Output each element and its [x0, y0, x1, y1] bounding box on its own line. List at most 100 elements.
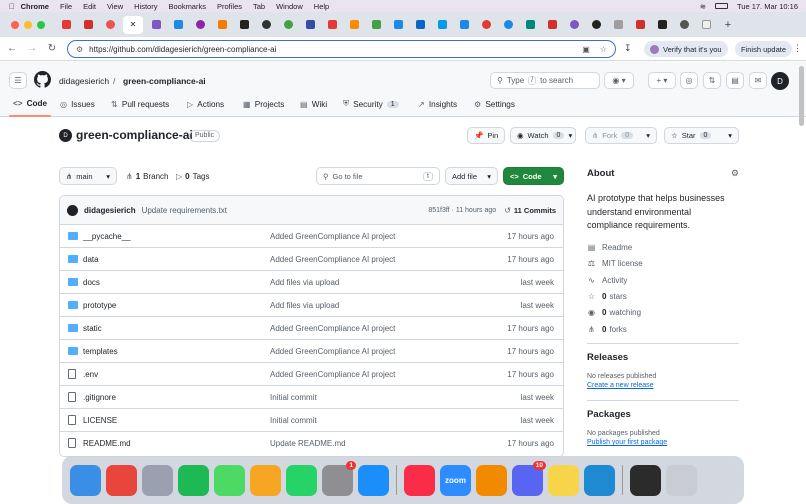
tab[interactable]	[57, 16, 75, 34]
copilot-button[interactable]: ◉ ▾	[604, 72, 634, 89]
about-link[interactable]: ⋔ 0 forks	[587, 321, 739, 337]
about-link[interactable]: ∿ Activity	[587, 272, 739, 288]
tab[interactable]	[323, 16, 341, 34]
new-tab-button[interactable]: +	[719, 16, 737, 34]
app-store-icon[interactable]	[358, 464, 389, 496]
tab[interactable]	[367, 16, 385, 34]
tab-actions[interactable]: ▷ Actions	[187, 99, 224, 110]
install-icon[interactable]: ▣	[582, 45, 590, 54]
menu-bookmarks[interactable]: Bookmarks	[168, 2, 206, 11]
file-commit-message[interactable]: Initial commit	[270, 416, 317, 425]
photos-icon[interactable]	[250, 464, 281, 496]
tab[interactable]	[455, 16, 473, 34]
menu-view[interactable]: View	[107, 2, 123, 11]
verify-identity-button[interactable]: Verify that it's you	[644, 41, 728, 57]
tab-security[interactable]: ⛨ Security 1	[343, 99, 399, 109]
vlc-icon[interactable]	[476, 464, 507, 496]
file-commit-message[interactable]: Add files via upload	[270, 278, 339, 287]
go-to-file-input[interactable]: ⚲ Go to file t	[316, 167, 440, 185]
file-name[interactable]: .gitignore	[83, 393, 116, 402]
inbox-button[interactable]: ✉	[749, 72, 767, 89]
packages-title[interactable]: Packages	[587, 409, 739, 420]
commit-count[interactable]: 11 Commits	[514, 206, 556, 215]
page-scrollbar[interactable]	[799, 66, 804, 126]
about-link[interactable]: ▤ Readme	[587, 240, 739, 256]
menu-help[interactable]: Help	[314, 2, 329, 11]
notes-icon[interactable]	[548, 464, 579, 496]
tab[interactable]	[565, 16, 583, 34]
file-name[interactable]: docs	[83, 278, 100, 287]
star-button[interactable]: ☆ Star 0 ▾	[664, 127, 739, 144]
tab[interactable]	[697, 16, 715, 34]
file-name[interactable]: templates	[83, 347, 118, 356]
releases-title[interactable]: Releases	[587, 352, 739, 363]
zoom-icon[interactable]: zoom	[440, 464, 471, 496]
tags-link[interactable]: ▷ 0 Tags	[176, 172, 210, 181]
finder-icon[interactable]	[70, 464, 101, 496]
commit-meta[interactable]: 851f3ff · 11 hours ago	[428, 207, 496, 214]
tab-settings[interactable]: ⚙ Settings	[474, 99, 515, 110]
apple-icon[interactable]: 	[9, 2, 15, 11]
tab[interactable]	[191, 16, 209, 34]
file-row[interactable]: data Added GreenCompliance AI project 17 h…	[60, 248, 563, 271]
repo-title[interactable]: green-compliance-ai	[76, 128, 193, 142]
file-commit-message[interactable]: Added GreenCompliance AI project	[270, 370, 395, 379]
file-commit-message[interactable]: Added GreenCompliance AI project	[270, 347, 395, 356]
publish-package-link[interactable]: Publish your first package	[587, 439, 739, 446]
menu-app-name[interactable]: Chrome	[21, 2, 49, 11]
tab-insights[interactable]: ↗ Insights	[418, 99, 457, 110]
tab[interactable]	[433, 16, 451, 34]
file-row[interactable]: templates Added GreenCompliance AI projec…	[60, 340, 563, 363]
tab[interactable]	[411, 16, 429, 34]
breadcrumb-repo[interactable]: green-compliance-ai	[123, 76, 206, 86]
tab[interactable]	[79, 16, 97, 34]
hamburger-menu-button[interactable]: ☰	[9, 72, 27, 89]
tab[interactable]	[587, 16, 605, 34]
file-row[interactable]: README.md Update README.md 17 hours ago	[60, 432, 563, 455]
repositories-button[interactable]: ▤	[726, 72, 744, 89]
search-input[interactable]: ⚲ Type / to search	[490, 72, 600, 89]
file-commit-message[interactable]: Initial commit	[270, 393, 317, 402]
finish-update-button[interactable]: Finish update	[735, 41, 793, 57]
discord-icon[interactable]: 10	[512, 460, 546, 496]
menu-profiles[interactable]: Profiles	[217, 2, 242, 11]
file-name[interactable]: __pycache__	[83, 232, 131, 241]
tab[interactable]	[653, 16, 671, 34]
file-name[interactable]: static	[83, 324, 102, 333]
add-file-button[interactable]: Add file ▾	[445, 167, 498, 185]
address-bar[interactable]: ⚙ https://github.com/didagesierich/green…	[67, 40, 616, 58]
branch-selector[interactable]: ⋔ main ▾	[59, 167, 117, 185]
file-name[interactable]: README.md	[83, 439, 131, 448]
forward-icon[interactable]: →	[24, 43, 40, 54]
close-window-icon[interactable]	[11, 20, 19, 29]
branches-link[interactable]: ⋔ 1 Branch	[126, 172, 169, 181]
tab[interactable]	[213, 16, 231, 34]
tab-code[interactable]: <> Code	[13, 99, 47, 108]
download-icon[interactable]: ↧	[624, 43, 632, 54]
file-commit-message[interactable]: Added GreenCompliance AI project	[270, 232, 395, 241]
bookmark-star-icon[interactable]: ☆	[600, 45, 607, 54]
tab-pull-requests[interactable]: ⇅ Pull requests	[111, 99, 169, 110]
file-commit-message[interactable]: Added GreenCompliance AI project	[270, 324, 395, 333]
tab[interactable]	[301, 16, 319, 34]
avatar[interactable]: D	[771, 72, 789, 90]
tab[interactable]	[345, 16, 363, 34]
owner-avatar[interactable]: D	[59, 129, 72, 142]
file-name[interactable]: .env	[83, 370, 98, 379]
system-settings-icon[interactable]: 1	[322, 460, 356, 496]
tab[interactable]	[675, 16, 693, 34]
file-row[interactable]: __pycache__ Added GreenCompliance AI proj…	[60, 225, 563, 248]
music-icon[interactable]	[404, 464, 435, 496]
issues-button[interactable]: ◎	[680, 72, 698, 89]
battery-icon[interactable]	[714, 3, 728, 9]
tab[interactable]	[257, 16, 275, 34]
file-row[interactable]: LICENSE Initial commit last week	[60, 409, 563, 432]
file-row[interactable]: static Added GreenCompliance AI project 17…	[60, 317, 563, 340]
vscode-icon[interactable]	[584, 464, 615, 496]
file-row[interactable]: docs Add files via upload last week	[60, 271, 563, 294]
tab[interactable]	[521, 16, 539, 34]
about-link[interactable]: ☆ 0 stars	[587, 288, 739, 304]
tab[interactable]	[477, 16, 495, 34]
about-link[interactable]: ◉ 0 watching	[587, 305, 739, 321]
menu-history[interactable]: History	[134, 2, 157, 11]
